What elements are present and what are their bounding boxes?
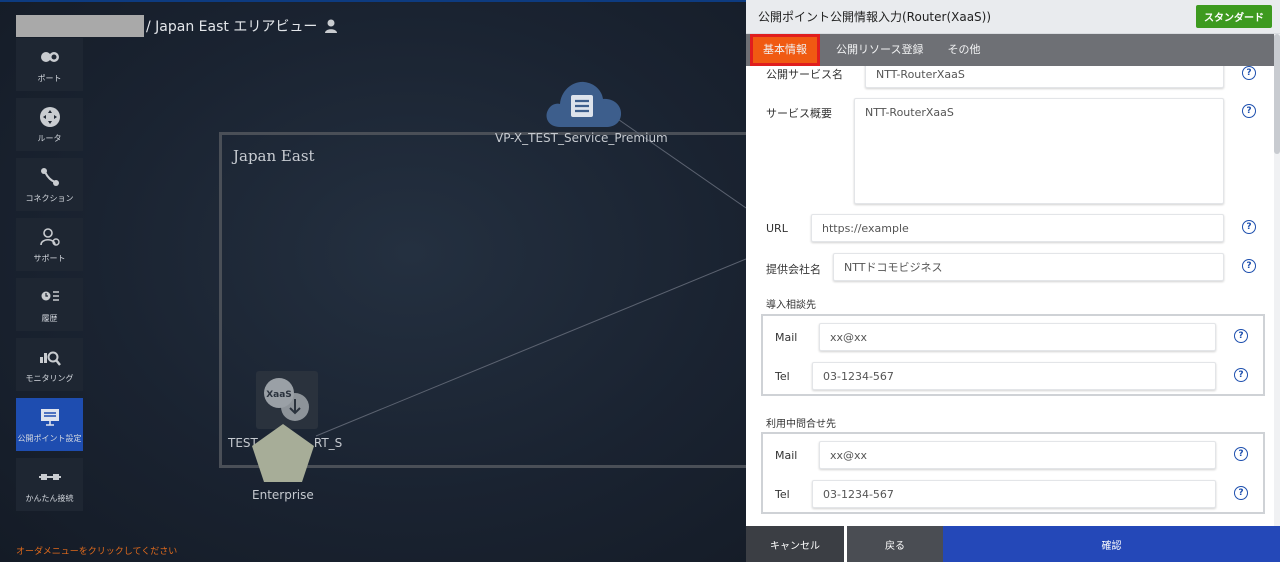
panel-title: 公開ポイント公開情報入力(Router(XaaS)) <box>758 10 992 24</box>
confirm-button[interactable]: 確認 <box>943 526 1280 562</box>
url-input[interactable]: https://example <box>811 214 1224 242</box>
help-icon[interactable]: ? <box>1242 104 1256 118</box>
service-overview-label: サービス概要 <box>766 107 832 120</box>
scroll-thumb[interactable] <box>1274 34 1280 154</box>
form-area: 公開サービス名 NTT-RouterXaaS ? サービス概要 NTT-Rout… <box>746 66 1274 526</box>
cancel-button[interactable]: キャンセル <box>746 526 844 562</box>
public-info-panel: 公開ポイント公開情報入力(Router(XaaS)) スタンダード 基本情報 公… <box>746 0 1280 562</box>
url-label: URL <box>766 222 788 235</box>
usage-tel-input[interactable]: 03-1234-567 <box>812 480 1216 508</box>
panel-footer: キャンセル 戻る 確認 <box>746 526 1280 562</box>
enterprise-label: Enterprise <box>252 488 314 502</box>
plan-badge: スタンダード <box>1196 5 1272 28</box>
panel-header: 公開ポイント公開情報入力(Router(XaaS)) スタンダード <box>746 0 1280 34</box>
enterprise-node[interactable] <box>250 422 316 484</box>
xaas-label-right: RT_S <box>313 436 343 450</box>
intro-mail-label: Mail <box>775 331 798 344</box>
intro-tel-input[interactable]: 03-1234-567 <box>812 362 1216 390</box>
tab-other[interactable]: その他 <box>935 34 992 66</box>
usage-contact-title: 利用中問合せ先 <box>766 419 836 430</box>
intro-contact-title: 導入相談先 <box>766 300 816 311</box>
help-icon[interactable]: ? <box>1242 66 1256 80</box>
help-icon[interactable]: ? <box>1242 220 1256 234</box>
intro-tel-label: Tel <box>775 370 790 383</box>
topology-links <box>315 114 746 437</box>
service-overview-textarea[interactable]: NTT-RouterXaaS <box>854 98 1224 204</box>
usage-mail-label: Mail <box>775 449 798 462</box>
help-icon[interactable]: ? <box>1234 368 1248 382</box>
tab-public-resource[interactable]: 公開リソース登録 <box>824 34 935 66</box>
back-button[interactable]: 戻る <box>847 526 943 562</box>
area-view-canvas[interactable]: / Japan East エリアビュー ポート ルータ コネクション サポート … <box>0 0 746 562</box>
order-hint: オーダメニューをクリックしてください <box>16 547 178 557</box>
tab-basic-info[interactable]: 基本情報 <box>750 34 820 66</box>
scrollbar[interactable] <box>1274 34 1280 526</box>
provider-input[interactable]: NTTドコモビジネス <box>833 253 1224 281</box>
cloud-service-node[interactable] <box>544 77 622 129</box>
xaas-badge-text: XaaS <box>266 390 292 400</box>
usage-tel-label: Tel <box>775 488 790 501</box>
xaas-router-node[interactable]: XaaS <box>256 371 318 429</box>
help-icon[interactable]: ? <box>1234 447 1248 461</box>
xaas-router-icon: XaaS <box>264 378 309 421</box>
service-name-input[interactable]: NTT-RouterXaaS <box>865 66 1224 88</box>
cloud-service-label: VP-X_TEST_Service_Premium <box>495 131 668 145</box>
provider-label: 提供会社名 <box>766 263 821 276</box>
help-icon[interactable]: ? <box>1242 259 1256 273</box>
intro-mail-input[interactable]: xx@xx <box>819 323 1216 351</box>
usage-mail-input[interactable]: xx@xx <box>819 441 1216 469</box>
help-icon[interactable]: ? <box>1234 486 1248 500</box>
help-icon[interactable]: ? <box>1234 329 1248 343</box>
service-name-label: 公開サービス名 <box>766 68 843 81</box>
tab-bar: 基本情報 公開リソース登録 その他 <box>746 34 1274 66</box>
